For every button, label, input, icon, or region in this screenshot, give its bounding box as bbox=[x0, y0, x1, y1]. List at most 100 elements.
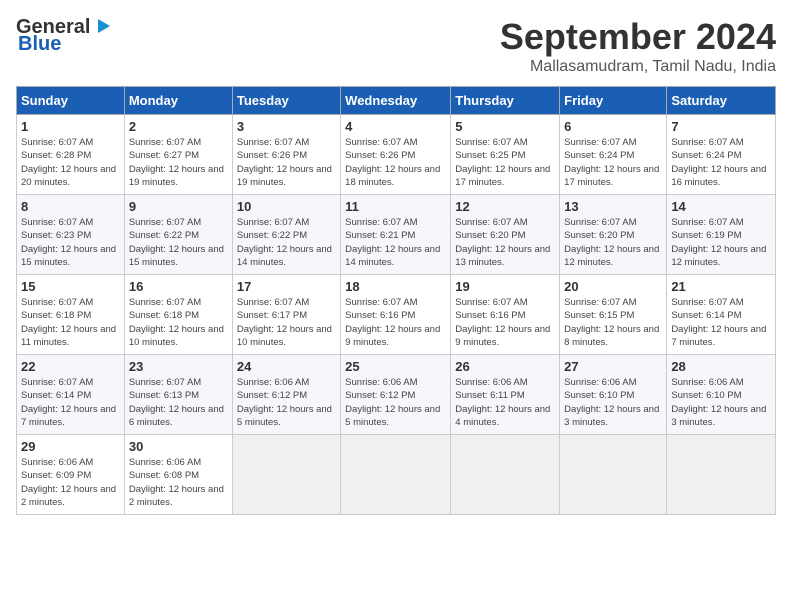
cell-info: Sunrise: 6:06 AM Sunset: 6:09 PM Dayligh… bbox=[21, 456, 120, 509]
location-title: Mallasamudram, Tamil Nadu, India bbox=[500, 58, 776, 76]
cell-info: Sunrise: 6:07 AM Sunset: 6:14 PM Dayligh… bbox=[671, 296, 771, 349]
day-number: 7 bbox=[671, 119, 771, 134]
calendar-cell: 1 Sunrise: 6:07 AM Sunset: 6:28 PM Daylig… bbox=[17, 115, 125, 195]
cell-info: Sunrise: 6:07 AM Sunset: 6:21 PM Dayligh… bbox=[345, 216, 446, 269]
day-number: 16 bbox=[129, 279, 228, 294]
calendar-cell: 21 Sunrise: 6:07 AM Sunset: 6:14 PM Dayli… bbox=[667, 275, 776, 355]
day-number: 28 bbox=[671, 359, 771, 374]
calendar-cell: 14 Sunrise: 6:07 AM Sunset: 6:19 PM Dayli… bbox=[667, 195, 776, 275]
cell-info: Sunrise: 6:07 AM Sunset: 6:26 PM Dayligh… bbox=[237, 136, 336, 189]
logo-arrow-icon bbox=[92, 15, 114, 37]
calendar-cell: 5Sunrise: 6:07 AM Sunset: 6:25 PM Daylig… bbox=[451, 115, 560, 195]
day-number: 17 bbox=[237, 279, 336, 294]
header-saturday: Saturday bbox=[667, 87, 776, 115]
calendar-cell: 27 Sunrise: 6:06 AM Sunset: 6:10 PM Dayli… bbox=[560, 355, 667, 435]
calendar-cell: 22Sunrise: 6:07 AM Sunset: 6:14 PM Dayli… bbox=[17, 355, 125, 435]
calendar-cell bbox=[560, 435, 667, 515]
calendar-cell: 6Sunrise: 6:07 AM Sunset: 6:24 PM Daylig… bbox=[560, 115, 667, 195]
calendar-week-4: 22Sunrise: 6:07 AM Sunset: 6:14 PM Dayli… bbox=[17, 355, 776, 435]
cell-info: Sunrise: 6:07 AM Sunset: 6:19 PM Dayligh… bbox=[671, 216, 771, 269]
cell-info: Sunrise: 6:07 AM Sunset: 6:16 PM Dayligh… bbox=[455, 296, 555, 349]
header-thursday: Thursday bbox=[451, 87, 560, 115]
header-friday: Friday bbox=[560, 87, 667, 115]
header-wednesday: Wednesday bbox=[341, 87, 451, 115]
cell-info: Sunrise: 6:07 AM Sunset: 6:20 PM Dayligh… bbox=[564, 216, 662, 269]
cell-info: Sunrise: 6:07 AM Sunset: 6:20 PM Dayligh… bbox=[455, 216, 555, 269]
cell-info: Sunrise: 6:07 AM Sunset: 6:16 PM Dayligh… bbox=[345, 296, 446, 349]
header-sunday: Sunday bbox=[17, 87, 125, 115]
cell-info: Sunrise: 6:07 AM Sunset: 6:27 PM Dayligh… bbox=[129, 136, 228, 189]
cell-info: Sunrise: 6:06 AM Sunset: 6:12 PM Dayligh… bbox=[345, 376, 446, 429]
calendar-cell: 30Sunrise: 6:06 AM Sunset: 6:08 PM Dayli… bbox=[124, 435, 232, 515]
cell-info: Sunrise: 6:07 AM Sunset: 6:24 PM Dayligh… bbox=[671, 136, 771, 189]
cell-info: Sunrise: 6:07 AM Sunset: 6:18 PM Dayligh… bbox=[21, 296, 120, 349]
calendar-cell: 9 Sunrise: 6:07 AM Sunset: 6:22 PM Daylig… bbox=[124, 195, 232, 275]
calendar-week-1: 1 Sunrise: 6:07 AM Sunset: 6:28 PM Daylig… bbox=[17, 115, 776, 195]
calendar-cell bbox=[667, 435, 776, 515]
cell-info: Sunrise: 6:07 AM Sunset: 6:15 PM Dayligh… bbox=[564, 296, 662, 349]
cell-info: Sunrise: 6:07 AM Sunset: 6:17 PM Dayligh… bbox=[237, 296, 336, 349]
day-number: 9 bbox=[129, 199, 228, 214]
day-number: 20 bbox=[564, 279, 662, 294]
calendar-cell: 28 Sunrise: 6:06 AM Sunset: 6:10 PM Dayli… bbox=[667, 355, 776, 435]
day-number: 2 bbox=[129, 119, 228, 134]
logo-blue: Blue bbox=[18, 33, 61, 56]
calendar-cell: 13Sunrise: 6:07 AM Sunset: 6:20 PM Dayli… bbox=[560, 195, 667, 275]
day-number: 30 bbox=[129, 439, 228, 454]
calendar-cell bbox=[341, 435, 451, 515]
day-number: 23 bbox=[129, 359, 228, 374]
calendar-cell bbox=[451, 435, 560, 515]
cell-info: Sunrise: 6:06 AM Sunset: 6:11 PM Dayligh… bbox=[455, 376, 555, 429]
calendar-cell: 2 Sunrise: 6:07 AM Sunset: 6:27 PM Daylig… bbox=[124, 115, 232, 195]
day-number: 21 bbox=[671, 279, 771, 294]
cell-info: Sunrise: 6:06 AM Sunset: 6:12 PM Dayligh… bbox=[237, 376, 336, 429]
calendar-cell: 23 Sunrise: 6:07 AM Sunset: 6:13 PM Dayli… bbox=[124, 355, 232, 435]
calendar-cell bbox=[232, 435, 340, 515]
header-row: Sunday Monday Tuesday Wednesday Thursday… bbox=[17, 87, 776, 115]
page-header: General Blue September 2024 Mallasamudra… bbox=[16, 16, 776, 76]
calendar-week-3: 15 Sunrise: 6:07 AM Sunset: 6:18 PM Dayli… bbox=[17, 275, 776, 355]
cell-info: Sunrise: 6:06 AM Sunset: 6:10 PM Dayligh… bbox=[564, 376, 662, 429]
cell-info: Sunrise: 6:07 AM Sunset: 6:23 PM Dayligh… bbox=[21, 216, 120, 269]
calendar-cell: 10Sunrise: 6:07 AM Sunset: 6:22 PM Dayli… bbox=[232, 195, 340, 275]
calendar-cell: 24 Sunrise: 6:06 AM Sunset: 6:12 PM Dayli… bbox=[232, 355, 340, 435]
calendar-cell: 18 Sunrise: 6:07 AM Sunset: 6:16 PM Dayli… bbox=[341, 275, 451, 355]
logo: General Blue bbox=[16, 16, 114, 56]
calendar-cell: 26 Sunrise: 6:06 AM Sunset: 6:11 PM Dayli… bbox=[451, 355, 560, 435]
calendar-cell: 17 Sunrise: 6:07 AM Sunset: 6:17 PM Dayli… bbox=[232, 275, 340, 355]
day-number: 15 bbox=[21, 279, 120, 294]
calendar-cell: 15 Sunrise: 6:07 AM Sunset: 6:18 PM Dayli… bbox=[17, 275, 125, 355]
day-number: 10 bbox=[237, 199, 336, 214]
cell-info: Sunrise: 6:07 AM Sunset: 6:24 PM Dayligh… bbox=[564, 136, 662, 189]
calendar-cell: 16Sunrise: 6:07 AM Sunset: 6:18 PM Dayli… bbox=[124, 275, 232, 355]
cell-info: Sunrise: 6:07 AM Sunset: 6:28 PM Dayligh… bbox=[21, 136, 120, 189]
cell-info: Sunrise: 6:07 AM Sunset: 6:22 PM Dayligh… bbox=[129, 216, 228, 269]
header-tuesday: Tuesday bbox=[232, 87, 340, 115]
cell-info: Sunrise: 6:07 AM Sunset: 6:13 PM Dayligh… bbox=[129, 376, 228, 429]
cell-info: Sunrise: 6:07 AM Sunset: 6:26 PM Dayligh… bbox=[345, 136, 446, 189]
cell-info: Sunrise: 6:07 AM Sunset: 6:14 PM Dayligh… bbox=[21, 376, 120, 429]
day-number: 12 bbox=[455, 199, 555, 214]
day-number: 11 bbox=[345, 199, 446, 214]
day-number: 4 bbox=[345, 119, 446, 134]
day-number: 18 bbox=[345, 279, 446, 294]
day-number: 14 bbox=[671, 199, 771, 214]
calendar-cell: 25 Sunrise: 6:06 AM Sunset: 6:12 PM Dayli… bbox=[341, 355, 451, 435]
header-monday: Monday bbox=[124, 87, 232, 115]
day-number: 1 bbox=[21, 119, 120, 134]
calendar-cell: 29Sunrise: 6:06 AM Sunset: 6:09 PM Dayli… bbox=[17, 435, 125, 515]
cell-info: Sunrise: 6:06 AM Sunset: 6:10 PM Dayligh… bbox=[671, 376, 771, 429]
day-number: 5 bbox=[455, 119, 555, 134]
calendar-cell: 8 Sunrise: 6:07 AM Sunset: 6:23 PM Daylig… bbox=[17, 195, 125, 275]
day-number: 25 bbox=[345, 359, 446, 374]
calendar-cell: 20 Sunrise: 6:07 AM Sunset: 6:15 PM Dayli… bbox=[560, 275, 667, 355]
day-number: 27 bbox=[564, 359, 662, 374]
calendar-cell: 12 Sunrise: 6:07 AM Sunset: 6:20 PM Dayli… bbox=[451, 195, 560, 275]
day-number: 8 bbox=[21, 199, 120, 214]
calendar-cell: 4 Sunrise: 6:07 AM Sunset: 6:26 PM Daylig… bbox=[341, 115, 451, 195]
calendar-cell: 11 Sunrise: 6:07 AM Sunset: 6:21 PM Dayli… bbox=[341, 195, 451, 275]
day-number: 19 bbox=[455, 279, 555, 294]
day-number: 24 bbox=[237, 359, 336, 374]
day-number: 3 bbox=[237, 119, 336, 134]
day-number: 26 bbox=[455, 359, 555, 374]
